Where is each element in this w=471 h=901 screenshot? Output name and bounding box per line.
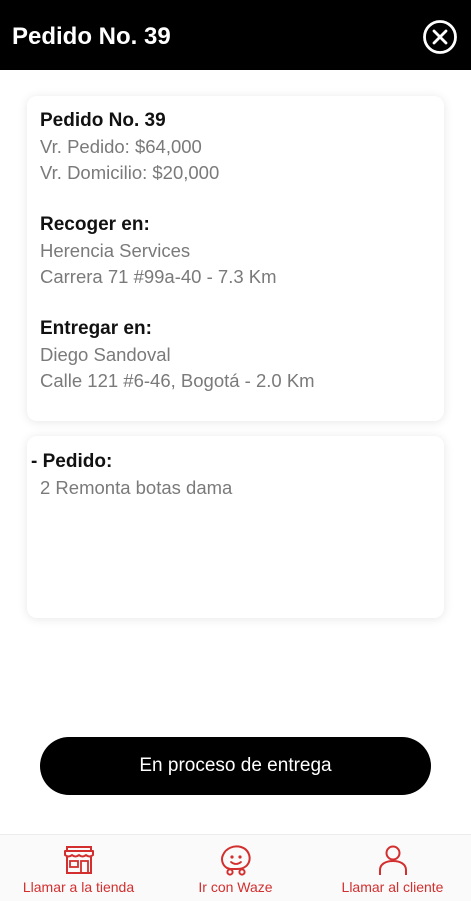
pickup-address: Carrera 71 #99a-40 - 7.3 Km (40, 266, 277, 287)
delivery-fee: Vr. Domicilio: $20,000 (40, 162, 220, 183)
order-value: Vr. Pedido: $64,000 (40, 136, 202, 157)
items-title: - Pedido: (31, 451, 113, 472)
close-icon[interactable] (422, 19, 458, 55)
order-items-card: - Pedido: 2 Remonta botas dama (27, 436, 444, 618)
delivery-name: Diego Sandoval (40, 344, 171, 365)
nav-label-waze: Ir con Waze (198, 879, 273, 895)
pickup-title: Recoger en: (40, 214, 150, 235)
user-icon (378, 845, 407, 875)
pickup-section: Recoger en: Herencia Services Carrera 71… (40, 212, 277, 290)
delivery-section: Entregar en: Diego Sandoval Calle 121 #6… (40, 316, 315, 394)
nav-label-store: Llamar a la tienda (22, 879, 135, 895)
pickup-name: Herencia Services (40, 240, 191, 261)
order-details-card: Pedido No. 39 Vr. Pedido: $64,000 Vr. Do… (27, 96, 444, 421)
waze-icon (220, 845, 251, 876)
delivery-status-button[interactable]: En proceso de entrega (40, 737, 431, 795)
page-title: Pedido No. 39 (12, 23, 171, 50)
nav-label-customer: Llamar al cliente (341, 879, 444, 895)
bottom-nav: Llamar a la tienda Ir con Waze Llamar al… (0, 834, 471, 901)
order-summary: Pedido No. 39 Vr. Pedido: $64,000 Vr. Do… (40, 108, 219, 186)
call-store-button[interactable]: Llamar a la tienda (0, 835, 157, 901)
items-section: - Pedido: 2 Remonta botas dama (31, 449, 232, 501)
waze-button[interactable]: Ir con Waze (157, 835, 314, 901)
items-list: 2 Remonta botas dama (40, 477, 233, 498)
store-icon (63, 846, 94, 874)
order-number: Pedido No. 39 (40, 110, 166, 131)
call-customer-button[interactable]: Llamar al cliente (314, 835, 471, 901)
delivery-title: Entregar en: (40, 318, 152, 339)
delivery-address: Calle 121 #6-46, Bogotá - 2.0 Km (40, 370, 315, 391)
top-bar: Pedido No. 39 (0, 0, 471, 70)
